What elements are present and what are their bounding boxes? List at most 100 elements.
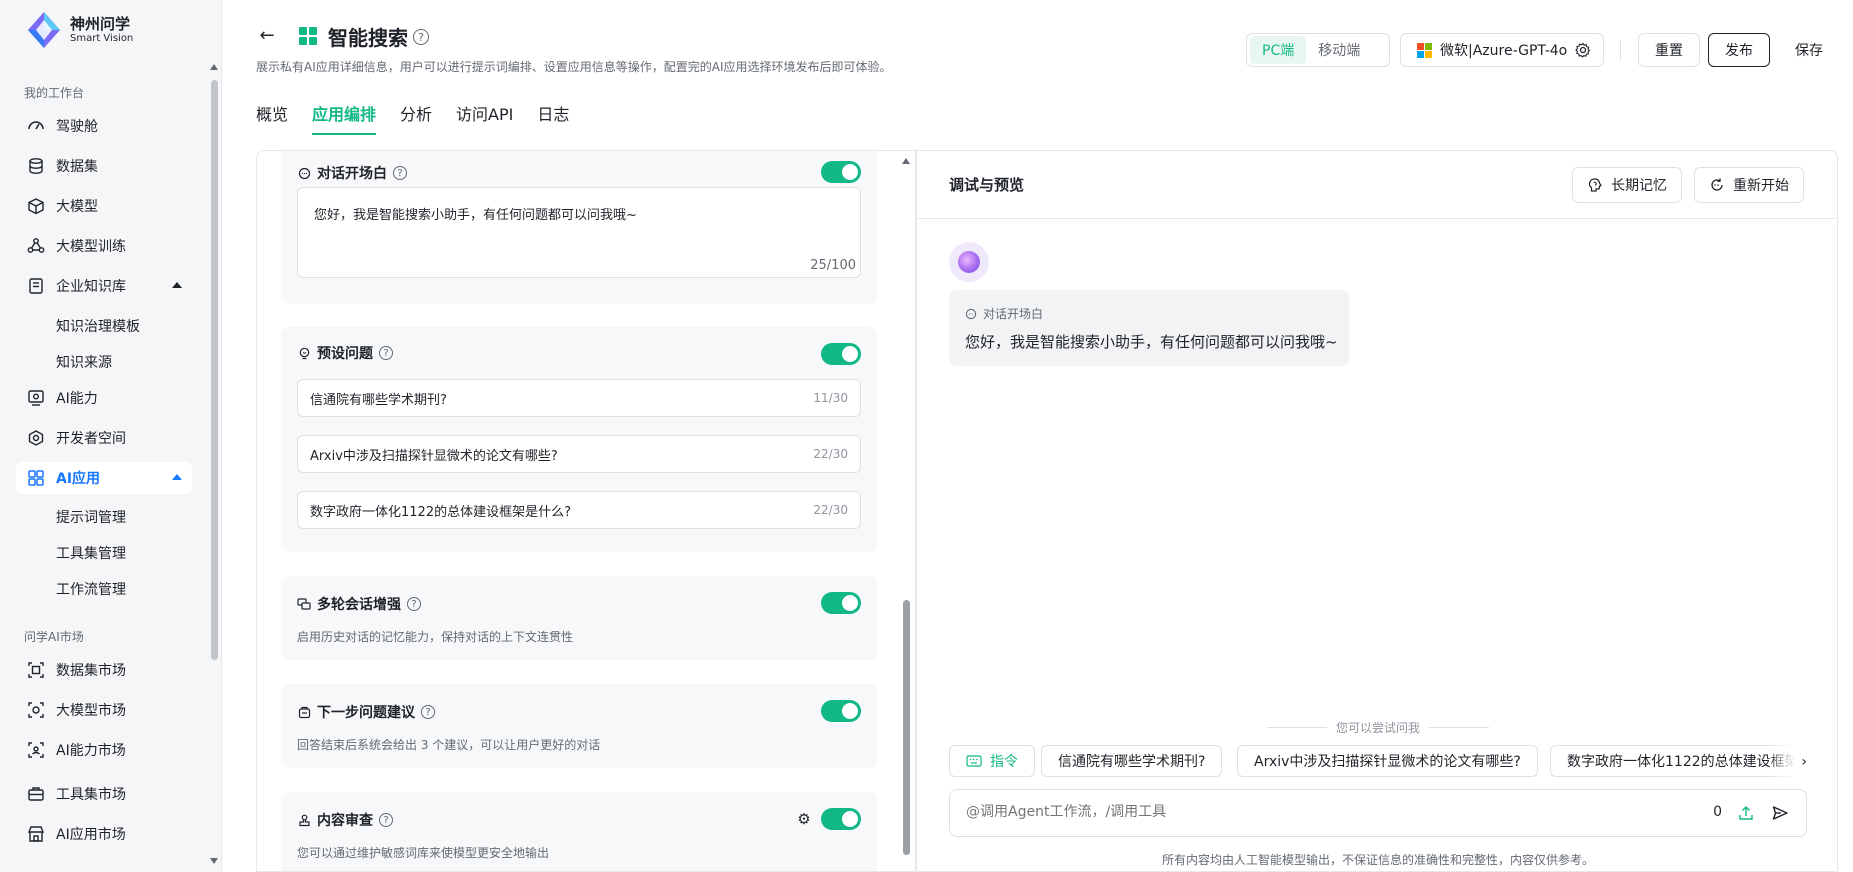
moderation-desc: 您可以通过维护敏感词库来使模型更安全地输出: [297, 846, 550, 860]
opening-char-count: 25/100: [810, 258, 856, 273]
brand-name: 神州问学: [70, 15, 131, 34]
chat-input[interactable]: [966, 804, 1666, 820]
sidebar-item-label: AI应用市场: [56, 827, 126, 843]
help-icon[interactable]: ?: [379, 346, 393, 360]
sidebar-item-model[interactable]: 大模型: [16, 190, 192, 222]
multiturn-desc: 启用历史对话的记忆能力，保持对话的上下文连贯性: [297, 630, 574, 644]
sidebar-section-market: 问学AI市场: [24, 630, 84, 644]
sidebar-item-knowledge[interactable]: 企业知识库: [16, 270, 192, 302]
tab-overview[interactable]: 概览: [256, 101, 288, 135]
tab-api[interactable]: 访问API: [456, 101, 513, 135]
command-chip[interactable]: 指令: [949, 745, 1035, 777]
moderation-title: 内容审查 ?: [297, 810, 393, 830]
next-step-title: 下一步问题建议 ?: [297, 702, 435, 722]
chevron-right-icon[interactable]: ›: [1767, 745, 1807, 779]
upload-icon[interactable]: [1736, 803, 1756, 823]
sidebar-subitem-knowledge-source[interactable]: 知识来源: [56, 352, 112, 372]
sidebar-item-ai-ability[interactable]: AI能力: [16, 382, 192, 414]
sidebar-item-ai-market[interactable]: AI能力市场: [16, 734, 192, 766]
database-icon: [26, 156, 46, 176]
settings-gear-icon[interactable]: [1575, 42, 1591, 58]
bubble-label-text: 对话开场白: [983, 307, 1044, 321]
save-button[interactable]: 保存: [1778, 33, 1840, 67]
sidebar-section-workspace: 我的工作台: [24, 86, 85, 100]
brand-logo[interactable]: 神州问学 Smart Vision: [24, 10, 133, 50]
sidebar-subitem-prompt[interactable]: 提示词管理: [56, 507, 126, 527]
moderation-card: 内容审查 ? ⚙ 您可以通过维护敏感词库来使模型更安全地输出: [281, 792, 877, 871]
opening-textarea[interactable]: 您好，我是智能搜索小助手，有任何问题都可以问我哦~ 25/100: [297, 187, 861, 278]
opening-message-bubble: 对话开场白 您好，我是智能搜索小助手，有任何问题都可以问我哦~: [949, 290, 1349, 366]
chevron-up-icon[interactable]: [172, 474, 182, 480]
long-term-memory-label: 长期记忆: [1611, 178, 1667, 194]
sidebar-item-label: 大模型训练: [56, 239, 126, 255]
long-term-memory-button[interactable]: 长期记忆: [1572, 167, 1682, 203]
help-icon[interactable]: ?: [413, 29, 429, 45]
chevron-up-icon[interactable]: [172, 282, 182, 288]
divider-line: [1429, 727, 1489, 728]
toolkit-market-icon: [26, 784, 46, 804]
help-icon[interactable]: ?: [407, 597, 421, 611]
moderation-toggle[interactable]: [821, 808, 861, 830]
settings-gear-icon[interactable]: ⚙: [795, 810, 813, 828]
scroll-up-arrow-icon[interactable]: [210, 64, 218, 70]
config-scrollbar[interactable]: [900, 150, 912, 872]
help-icon[interactable]: ?: [421, 705, 435, 719]
dashboard-icon: [26, 116, 46, 136]
suggestion-chip[interactable]: Arxiv中涉及扫描探针显微术的论文有哪些?: [1237, 745, 1538, 777]
tab-logs[interactable]: 日志: [537, 101, 569, 135]
multi-chat-icon: [297, 597, 311, 611]
sidebar-scrollbar[interactable]: [208, 60, 220, 872]
back-arrow-icon[interactable]: ←: [256, 24, 278, 46]
chat-bubble-icon: [297, 166, 311, 180]
sidebar-item-label: 数据集: [56, 159, 98, 175]
tab-analysis[interactable]: 分析: [400, 101, 432, 135]
sidebar-item-model-market[interactable]: 大模型市场: [16, 694, 192, 726]
sidebar-scrollbar-thumb[interactable]: [211, 80, 218, 660]
preset-question-input[interactable]: Arxiv中涉及扫描探针显微术的论文有哪些? 22/30: [297, 435, 861, 473]
sidebar-item-app-market[interactable]: AI应用市场: [16, 818, 192, 850]
sidebar-item-training[interactable]: 大模型训练: [16, 230, 192, 262]
sidebar-item-ai-app[interactable]: AI应用: [16, 462, 192, 494]
opening-toggle[interactable]: [821, 161, 861, 183]
next-step-toggle[interactable]: [821, 700, 861, 722]
suggestion-chip[interactable]: 信通院有哪些学术期刊?: [1041, 745, 1223, 777]
help-icon[interactable]: ?: [393, 166, 407, 180]
app-grid-icon: [299, 27, 317, 45]
opening-card: 对话开场白 ? 您好，我是智能搜索小助手，有任何问题都可以问我哦~ 25/100: [281, 151, 877, 304]
platform-switch: PC端 移动端: [1246, 33, 1390, 67]
sidebar-item-toolkit-market[interactable]: 工具集市场: [16, 778, 192, 810]
sidebar-item-cockpit[interactable]: 驾驶舱: [16, 110, 192, 142]
preset-toggle[interactable]: [821, 343, 861, 365]
sidebar-item-dataset-market[interactable]: 数据集市场: [16, 654, 192, 686]
help-icon[interactable]: ?: [379, 813, 393, 827]
page-title: 智能搜索: [328, 26, 408, 50]
multiturn-toggle[interactable]: [821, 592, 861, 614]
config-scrollbar-thumb[interactable]: [903, 600, 910, 855]
preset-question-input[interactable]: 信通院有哪些学术期刊? 11/30: [297, 379, 861, 417]
opening-title: 对话开场白 ?: [297, 163, 407, 183]
cube-icon: [26, 196, 46, 216]
publish-button[interactable]: 发布: [1708, 33, 1770, 67]
send-icon[interactable]: [1770, 803, 1790, 823]
sidebar-subitem-workflow[interactable]: 工作流管理: [56, 579, 126, 599]
platform-mobile-option[interactable]: 移动端: [1306, 36, 1372, 64]
knowledge-icon: [26, 276, 46, 296]
scroll-up-arrow-icon[interactable]: [902, 158, 910, 164]
sidebar-item-developer[interactable]: 开发者空间: [16, 422, 192, 454]
app-market-icon: [26, 824, 46, 844]
model-selector[interactable]: 微软|Azure-GPT-4o: [1400, 33, 1604, 67]
ai-ability-icon: [26, 388, 46, 408]
platform-pc-option[interactable]: PC端: [1250, 36, 1307, 64]
restart-button[interactable]: 重新开始: [1694, 167, 1804, 203]
developer-icon: [26, 428, 46, 448]
sidebar-item-dataset[interactable]: 数据集: [16, 150, 192, 182]
reset-button[interactable]: 重置: [1638, 33, 1700, 67]
preset-title: 预设问题 ?: [297, 343, 393, 363]
restart-label: 重新开始: [1733, 178, 1789, 194]
tab-orchestration[interactable]: 应用编排: [312, 101, 377, 135]
preset-question-text: 数字政府一体化1122的总体建设框架是什么?: [310, 504, 571, 520]
preset-question-input[interactable]: 数字政府一体化1122的总体建设框架是什么? 22/30: [297, 491, 861, 529]
sidebar-subitem-knowledge-template[interactable]: 知识治理模板: [56, 316, 140, 336]
sidebar-subitem-toolkit[interactable]: 工具集管理: [56, 543, 126, 563]
scroll-down-arrow-icon[interactable]: [210, 858, 218, 864]
